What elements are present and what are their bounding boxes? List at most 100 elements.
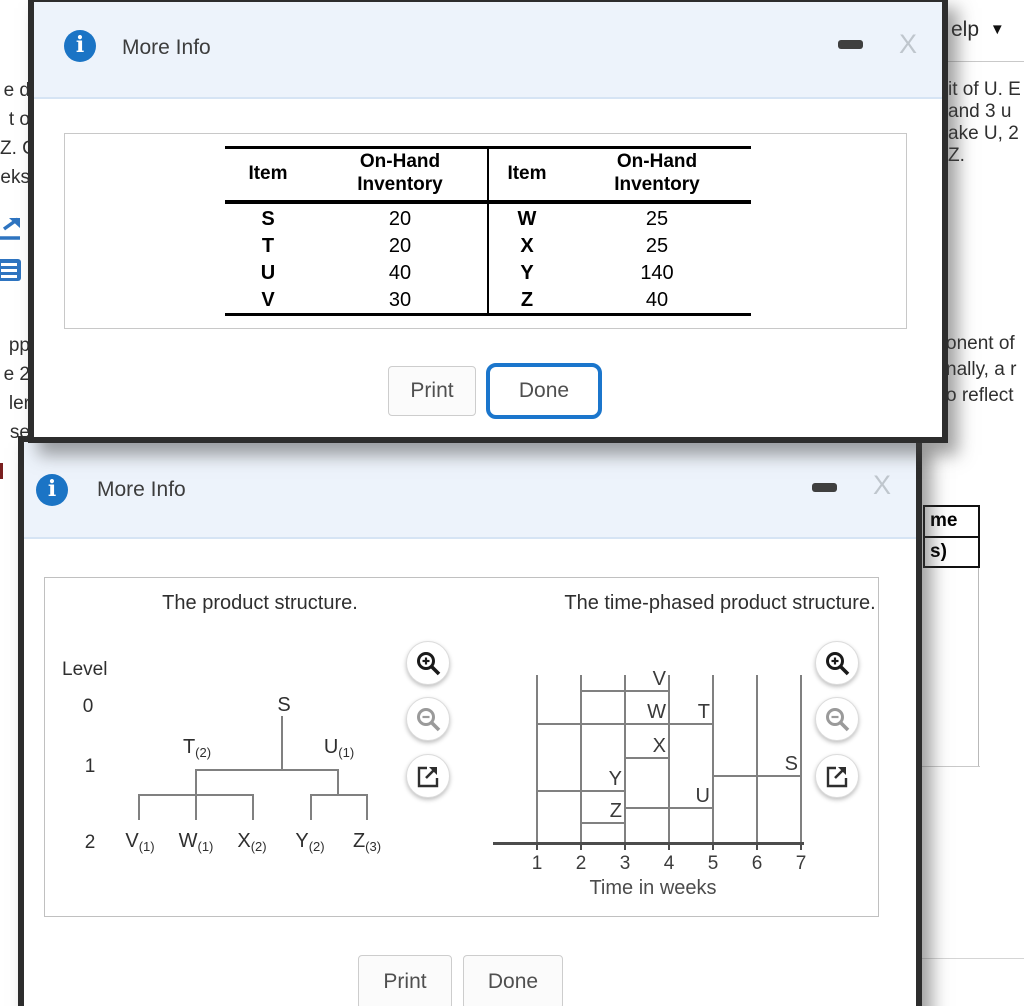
bg-table-edge-bottom	[922, 766, 980, 767]
tree-line	[310, 794, 367, 796]
table-cell-inventory: 25	[645, 235, 669, 257]
tree-line	[195, 769, 197, 794]
screen: elp ▼ e dt o Z. Ceks pp e 2 ler se it of U. …	[0, 0, 1024, 1006]
week-gridline	[800, 675, 802, 842]
column-header-onhand: On-Hand Inventory	[357, 151, 443, 195]
bg-text-fragment: nally, a r	[946, 359, 1017, 380]
chevron-down-icon: ▼	[989, 21, 1005, 38]
table-cell-item: S	[261, 208, 275, 230]
info-icon: i	[64, 30, 96, 62]
inventory-table-panel: Item On-Hand Inventory Item On-Hand Invent…	[64, 133, 907, 329]
bg-text-fragment: it of U. E	[948, 79, 1021, 100]
item-label-Y: Y	[608, 768, 622, 790]
bg-text-fragment: onent of	[946, 333, 1015, 354]
item-label-V: V	[652, 668, 666, 690]
close-button[interactable]: X	[899, 31, 917, 58]
tree-node-U: U(1)	[323, 736, 355, 760]
table-cell-inventory: 20	[388, 208, 412, 230]
table-cell-inventory: 30	[388, 289, 412, 311]
tree-line	[366, 794, 368, 820]
bg-text-fragment: ake U, 2	[948, 123, 1019, 144]
item-label-S: S	[784, 753, 798, 775]
bg-text-fragment: t o	[8, 109, 30, 130]
item-label-X: X	[652, 735, 666, 757]
tree-node-V: V(1)	[125, 830, 155, 854]
week-gridline	[536, 675, 538, 842]
done-button[interactable]: Done	[486, 363, 602, 419]
done-button[interactable]: Done	[463, 955, 563, 1006]
x-axis-label: Time in weeks	[589, 877, 717, 899]
axis-tick-label: 5	[707, 853, 719, 874]
table-cell-item: X	[520, 235, 534, 257]
zoom-out-button[interactable]	[815, 697, 859, 741]
bg-text-left-bottom: pp e 2 ler se	[0, 331, 30, 447]
axis-tick-label: 4	[663, 853, 675, 874]
column-header-item: Item	[507, 163, 547, 184]
tree-line	[281, 716, 283, 769]
level-0-label: 0	[82, 696, 94, 717]
zoom-in-button[interactable]	[815, 641, 859, 685]
week-gridline	[580, 675, 582, 842]
item-label-W: W	[647, 701, 666, 723]
time-phased-title: The time-phased product structure.	[564, 592, 876, 614]
bg-text-fragment: Z.	[948, 145, 965, 166]
item-label-U: U	[695, 785, 710, 807]
table-cell-inventory: 40	[388, 262, 412, 284]
zoom-out-button[interactable]	[406, 697, 450, 741]
table-cell-inventory: 140	[640, 262, 674, 284]
dialog2-title: More Info	[97, 478, 186, 501]
info-icon: i	[36, 474, 68, 506]
minimize-button[interactable]	[838, 40, 863, 49]
bg-table-cell-top: me	[923, 505, 980, 538]
axis-tick-label: 1	[531, 853, 543, 874]
tree-line	[310, 794, 312, 820]
table-cell-inventory: 40	[645, 289, 669, 311]
bg-text-fragment: and 3 u	[948, 101, 1012, 122]
more-info-dialog-structures: i More Info X The product structure. Lev…	[18, 436, 922, 1006]
table-divider	[487, 146, 489, 316]
open-in-new-button[interactable]	[406, 754, 450, 798]
table-cell-inventory: 25	[645, 208, 669, 230]
axis-tick-label: 7	[795, 853, 807, 874]
dialog1-title: More Info	[122, 36, 211, 59]
print-button[interactable]: Print	[388, 366, 476, 416]
print-button[interactable]: Print	[358, 955, 452, 1006]
bg-text-fragment: Z. C	[0, 138, 36, 159]
bg-table-cell-bottom: s)	[923, 536, 980, 568]
tree-node-W: W(1)	[178, 830, 214, 854]
table-cell-item: U	[260, 262, 276, 284]
close-button[interactable]: X	[873, 472, 891, 499]
help-menu[interactable]: elp ▼	[951, 18, 1005, 42]
week-gridline	[756, 675, 758, 842]
launch-icon[interactable]	[0, 217, 26, 241]
bg-text-right-top: it of U. Eand 3 u ake U, 2 Z.	[948, 79, 1024, 167]
zoom-in-button[interactable]	[406, 641, 450, 685]
open-in-new-button[interactable]	[815, 754, 859, 798]
week-gridline	[712, 675, 714, 842]
tree-line	[196, 769, 338, 771]
table-cell-item: Y	[520, 262, 534, 284]
axis-tick-label: 3	[619, 853, 631, 874]
tree-line	[195, 794, 197, 820]
x-axis	[493, 842, 804, 845]
item-label-Z: Z	[609, 800, 622, 822]
figures-panel: The product structure. Level 0 1 2 S T(2…	[44, 577, 879, 917]
column-header-item: Item	[248, 163, 288, 184]
more-info-dialog-inventory: i More Info X Item On-Hand Inventory Item…	[28, 0, 948, 443]
level-2-label: 2	[84, 832, 96, 853]
bg-text-fragment: ler	[8, 393, 30, 414]
tree-node-Z: Z(3)	[352, 830, 382, 854]
tree-line	[252, 794, 254, 820]
table-cell-item: T	[261, 235, 275, 257]
bg-text-fragment: eks	[0, 167, 30, 188]
bg-text-fragment: e 2	[3, 364, 30, 385]
minimize-button[interactable]	[812, 483, 837, 492]
axis-tick-label: 2	[575, 853, 587, 874]
bg-text-left-top: e d t o Z. C eks	[0, 76, 36, 192]
level-axis-label: Level	[62, 659, 108, 680]
bg-text-fragment: pp	[8, 335, 30, 356]
bg-text-right-mid: onent of nally, a r o reflect	[946, 331, 1024, 409]
tree-title: The product structure.	[162, 592, 358, 614]
table-cell-inventory: 20	[388, 235, 412, 257]
worksheet-icon[interactable]	[0, 258, 26, 282]
